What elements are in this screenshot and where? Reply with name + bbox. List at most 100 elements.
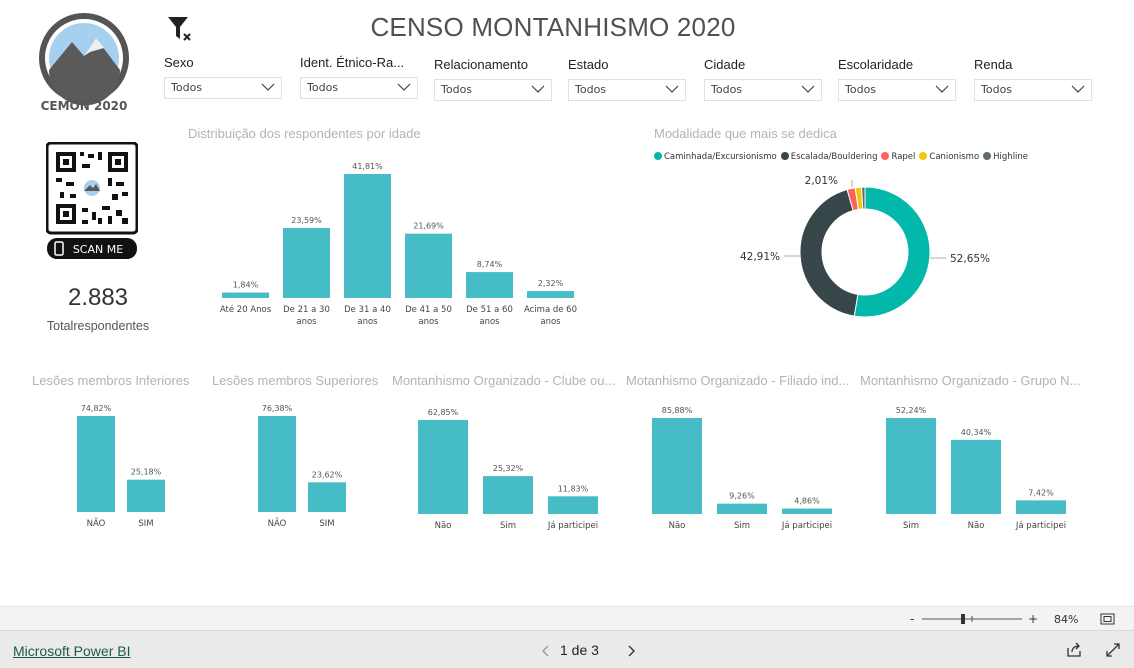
data-label: 23,59% [291,216,322,225]
bar [127,479,165,512]
grupo-chart: 52,24% Sim 40,34% Não 7,42% Já participei [886,406,1066,531]
next-page-icon[interactable] [625,644,637,658]
legend-label: Highline [993,152,1029,162]
donut-slice [861,186,866,210]
slicer-dropdown[interactable]: Todos [300,77,418,99]
zoom-out-button[interactable]: - [910,612,914,626]
zoom-slider-handle[interactable] [961,614,965,624]
fit-page-icon[interactable] [1100,613,1116,625]
fullscreen-icon[interactable] [1105,642,1121,658]
slicer-dropdown[interactable]: Todos [704,79,822,101]
bar [886,418,936,514]
sup-chart: 76,38% NÃO 23,62% SIM [258,404,346,529]
data-label: 11,83% [558,484,589,493]
chevron-down-icon [665,85,679,93]
x-tick-label: anos [540,317,561,327]
page-title: CENSO MONTANHISMO 2020 [370,12,736,42]
zoom-in-button[interactable]: + [1028,612,1038,626]
legend-marker [780,152,789,160]
donut-slice [799,188,859,317]
clear-filters-icon[interactable] [166,14,196,44]
x-tick-label: anos [479,317,500,327]
kpi-label: Totalrespondentes [46,319,150,333]
slicer-label: Relacionamento [434,57,528,72]
slicer-dropdown[interactable]: Todos [974,79,1092,101]
legend-item[interactable]: Caminhada/Excursionismo [654,152,777,162]
x-tick-label: Não [435,521,452,531]
slicer-dropdown[interactable]: Todos [434,79,552,101]
x-tick-label: Não [968,521,985,531]
bar [344,174,391,298]
bar [951,439,1001,514]
slicer-3: Estado Todos [568,57,686,101]
kpi-value: 2.883 [67,284,129,311]
legend-label: Escalada/Bouldering [790,152,878,162]
x-tick-label: SIM [138,519,153,529]
data-label: 42,91% [740,251,780,263]
chevron-down-icon [935,85,949,93]
slicer-label: Sexo [164,55,194,70]
modality-chart-title: Modalidade que mais se dedica [654,126,837,141]
slicer-label: Escolaridade [838,57,914,72]
slicer-label: Cidade [704,57,746,72]
legend-item[interactable]: Rapel [881,152,915,162]
age-chart: 1,84% Até 20 Anos 23,59% De 21 a 30 anos 41,8… [220,162,577,327]
slicer-4: Cidade Todos [704,57,822,101]
x-tick-label: SIM [319,519,334,529]
clube-chart-title: Montanhismo Organizado - Clube ou... [392,373,616,388]
data-label: 23,62% [312,470,343,479]
legend-item[interactable]: Highline [983,152,1028,162]
x-tick-label: NÃO [87,518,106,529]
x-tick-label: anos [357,317,378,327]
data-label: 8,74% [477,260,503,269]
share-icon[interactable] [1066,642,1082,658]
x-tick-label: De 41 a 50 [405,305,452,315]
bar [782,508,832,514]
x-tick-label: Já participei [547,521,598,531]
legend-item[interactable]: Canionismo [919,152,979,162]
filiado-chart-title: Motanhismo Organizado - Filiado ind... [626,373,850,388]
bar [527,291,574,298]
x-tick-label: Sim [500,521,516,531]
donut-slice [853,186,931,318]
x-tick-label: De 21 a 30 [283,305,330,315]
legend-item[interactable]: Escalada/Bouldering [780,152,878,162]
chevron-down-icon [397,83,411,91]
logo-text: CEMON 2020 [41,99,128,113]
data-label: 62,85% [428,408,459,417]
data-label: 41,81% [352,162,383,171]
bar [308,482,346,512]
slicer-2: Relacionamento Todos [434,57,552,101]
chevron-down-icon [261,83,275,91]
data-label: 2,01% [805,175,838,187]
prev-page-icon[interactable] [540,644,552,658]
slicer-value: Todos [981,83,1013,96]
chevron-down-icon [801,85,815,93]
slicer-value: Todos [711,83,743,96]
slicer-label: Renda [974,57,1013,72]
data-label: 85,88% [662,406,693,415]
slicer-dropdown[interactable]: Todos [838,79,956,101]
data-label: 25,18% [131,468,162,477]
age-chart-title: Distribuição dos respondentes por idade [188,126,421,141]
slicer-dropdown[interactable]: Todos [164,77,282,99]
power-bi-link[interactable]: Microsoft Power BI [13,643,130,659]
slicer-value: Todos [845,83,877,96]
legend-marker [919,152,928,160]
slicer-label: Estado [568,57,609,72]
x-tick-label: Acima de 60 [524,305,577,315]
x-tick-label: Não [669,521,686,531]
bar [258,416,296,512]
chevron-down-icon [1071,85,1085,93]
qr-code: SCAN ME [45,141,139,260]
slicer-value: Todos [441,83,473,96]
slicer-value: Todos [307,81,339,94]
chevron-down-icon [531,85,545,93]
slicer-dropdown[interactable]: Todos [568,79,686,101]
inf-chart: 74,82% NÃO 25,18% SIM [77,404,165,529]
x-tick-label: Sim [903,521,919,531]
x-tick-label: Até 20 Anos [220,304,272,315]
legend-marker [881,152,890,160]
modality-donut-chart: 52,65% 42,91% 2,01% [740,175,990,318]
slicer-6: Renda Todos [974,57,1092,101]
